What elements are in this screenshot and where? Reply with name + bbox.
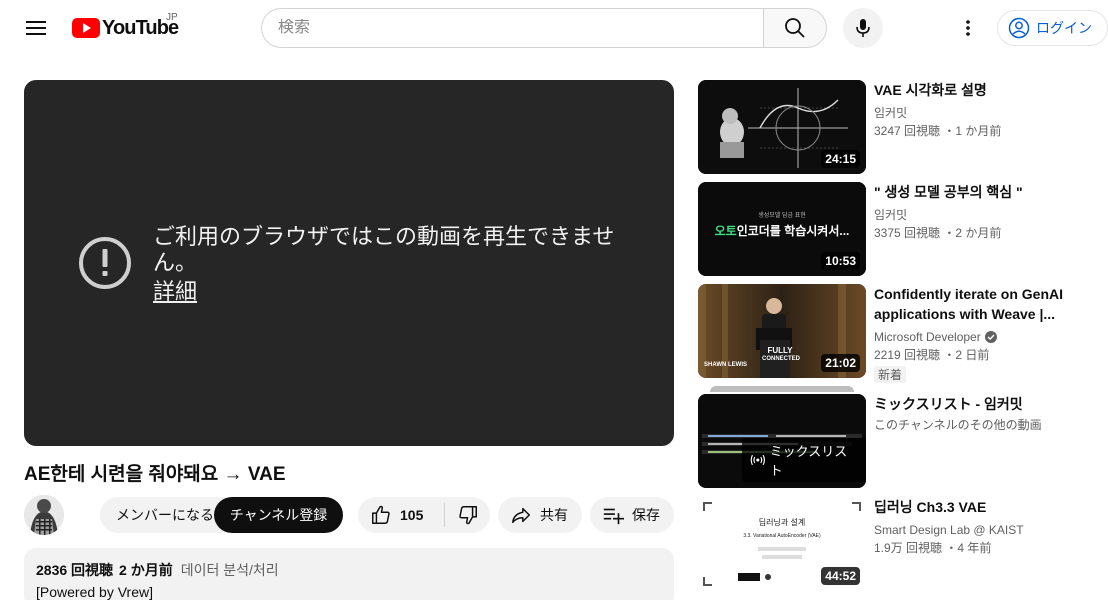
microphone-icon xyxy=(856,19,870,37)
more-vertical-icon xyxy=(966,20,970,36)
mix-playlist-item[interactable]: ミックスリスト ミックスリスト - 임커밋 このチャンネルのその他の動画 xyxy=(698,386,1098,488)
player-error-message: ご利用のブラウザではこの動画を再生できません。 xyxy=(153,224,615,275)
video-title: AE한테 시련을 줘야돼요 → VAE xyxy=(24,464,286,485)
video-meta: 2219 回視聴 ・2 日前 xyxy=(874,348,990,362)
channel-name[interactable]: 임커밋 xyxy=(874,206,1094,224)
category-tag[interactable]: 데이터 분석/처리 xyxy=(181,560,279,580)
mix-stack-edge xyxy=(710,386,854,392)
thumbnail-caption: 오토인코더를 학습시켜서... xyxy=(698,222,866,239)
thumbnail-event-logo: FULLY CONNECTED xyxy=(762,346,801,364)
search-box xyxy=(261,8,764,48)
channel-name-text: Smart Design Lab @ KAIST xyxy=(874,523,1024,537)
save-label: 保存 xyxy=(632,507,660,523)
subscribe-button[interactable]: チャンネル登録 xyxy=(214,497,343,533)
thumbnail-caption-highlight: 오토 xyxy=(714,224,737,238)
share-icon xyxy=(512,507,530,524)
video-duration: 44:52 xyxy=(821,567,860,585)
like-button[interactable]: 105 xyxy=(358,497,444,533)
thumbnail-presenter-name: SHAWN LEWIS xyxy=(704,362,747,368)
video-info: VAE 시각화로 설명 임커밋 3247 回視聴 ・1 か月前 xyxy=(874,80,1094,140)
error-icon xyxy=(79,237,131,289)
thumbs-down-icon xyxy=(458,506,477,525)
playlist-title[interactable]: ミックスリスト - 임커밋 xyxy=(874,394,1094,414)
video-player[interactable]: ご利用のブラウザではこの動画を再生できません。 詳細 xyxy=(24,80,674,446)
settings-more-button[interactable] xyxy=(948,8,988,48)
view-count: 2836 回視聴 xyxy=(36,562,114,578)
guide-menu-button[interactable] xyxy=(16,8,56,48)
channel-name-text: 임커밋 xyxy=(874,208,908,222)
mix-thumbnail[interactable]: ミックスリスト xyxy=(698,394,866,488)
video-thumbnail[interactable]: FULLY CONNECTED SHAWN LEWIS 21:02 xyxy=(698,284,866,378)
description-box[interactable]: 2836 回視聴 2 か月前 데이터 분석/처리 [Powered by Vre… xyxy=(24,548,674,600)
video-meta: 3247 回視聴 ・1 か月前 xyxy=(874,124,1002,138)
verified-badge-icon xyxy=(984,331,997,343)
recommendation-item[interactable]: 생성모델 담금 표현 오토인코더를 학습시켜서... 10:53 " 생성 모델… xyxy=(698,182,1098,276)
video-thumbnail[interactable]: 생성모델 담금 표현 오토인코더를 학습시켜서... 10:53 xyxy=(698,182,866,276)
share-button[interactable]: 共有 xyxy=(498,497,582,533)
video-info: 딥러닝 Ch3.3 VAE Smart Design Lab @ KAIST 1… xyxy=(874,497,1094,557)
radio-broadcast-icon xyxy=(750,454,765,466)
channel-name[interactable]: 임커밋 xyxy=(874,104,1094,122)
thumbnail-caption-small: 생성모델 담금 표현 xyxy=(758,213,806,219)
thumbnail-event-line-1: FULLY xyxy=(767,346,793,355)
video-info: ミックスリスト - 임커밋 このチャンネルのその他の動画 xyxy=(874,394,1094,434)
voice-search-button[interactable] xyxy=(843,8,883,48)
video-meta: 1.9万 回視聴 ・4 年前 xyxy=(874,541,992,555)
thumbnail-slide-title: 딥러닝과 설계 xyxy=(758,518,806,527)
thumbnail-caption-text: 인코더를 학습시켜서... xyxy=(736,224,850,238)
video-title[interactable]: Confidently iterate on GenAI application… xyxy=(874,284,1094,324)
video-thumbnail[interactable]: 24:15 xyxy=(698,80,866,174)
youtube-logo[interactable]: YouTube xyxy=(72,16,179,40)
member-label: メンバーになる xyxy=(116,507,214,523)
recommendation-item[interactable]: 24:15 VAE 시각화로 설명 임커밋 3247 回視聴 ・1 か月前 xyxy=(698,80,1098,174)
recommendation-item[interactable]: FULLY CONNECTED SHAWN LEWIS 21:02 Confid… xyxy=(698,284,1098,383)
dislike-button[interactable] xyxy=(445,497,490,533)
login-button[interactable]: ログイン xyxy=(997,10,1108,46)
avatar-image xyxy=(24,495,64,535)
video-title[interactable]: VAE 시각화로 설명 xyxy=(874,80,1094,100)
like-count: 105 xyxy=(400,507,424,523)
video-duration: 10:53 xyxy=(821,252,860,270)
video-meta: 3375 回視聴 ・2 か月前 xyxy=(874,226,1002,240)
video-title[interactable]: " 생성 모델 공부의 핵심 " xyxy=(874,182,1094,202)
account-icon xyxy=(1008,17,1030,39)
channel-name-text: 임커밋 xyxy=(874,106,908,120)
error-details-link[interactable]: 詳細 xyxy=(153,274,197,306)
like-dislike-group: 105 xyxy=(358,497,490,533)
subscribe-label: チャンネル登録 xyxy=(229,507,328,523)
playlist-subtitle-text: このチャンネルのその他の動画 xyxy=(874,418,1042,432)
new-badge: 新着 xyxy=(874,366,907,383)
description-meta: 2836 回視聴 2 か月前 데이터 분석/처리 xyxy=(36,560,662,580)
channel-name-text: Microsoft Developer xyxy=(874,330,981,344)
mix-label-text: ミックスリスト xyxy=(769,444,848,478)
search-button[interactable] xyxy=(763,8,827,48)
video-duration: 24:15 xyxy=(821,150,860,168)
thumbs-up-icon xyxy=(372,505,390,524)
thumbnail-slide-subtitle: 3.3. Variational AutoEncoder (VAE) xyxy=(743,533,821,539)
thumbnail-event-line-2: CONNECTED xyxy=(762,356,801,362)
channel-name[interactable]: Microsoft Developer xyxy=(874,328,1094,346)
country-code: JP xyxy=(166,12,178,23)
video-title[interactable]: 딥러닝 Ch3.3 VAE xyxy=(874,497,1094,517)
playlist-subtitle: このチャンネルのその他の動画 xyxy=(874,416,1094,434)
save-button[interactable]: 保存 xyxy=(590,497,674,533)
youtube-play-icon xyxy=(72,18,100,38)
channel-avatar[interactable] xyxy=(24,495,64,535)
channel-name[interactable]: Smart Design Lab @ KAIST xyxy=(874,521,1094,539)
video-duration: 21:02 xyxy=(821,354,860,372)
playlist-add-icon xyxy=(603,508,624,525)
share-label: 共有 xyxy=(540,507,568,523)
hamburger-icon xyxy=(26,21,46,35)
publish-date: 2 か月前 xyxy=(119,562,173,578)
search-icon xyxy=(785,18,805,38)
masthead: YouTube JP ログイン xyxy=(0,0,1109,56)
description-text: [Powered by Vrew] xyxy=(36,584,153,600)
recommendation-item[interactable]: 딥러닝과 설계 3.3. Variational AutoEncoder (VA… xyxy=(698,497,1098,591)
video-info: Confidently iterate on GenAI application… xyxy=(874,284,1094,384)
login-label: ログイン xyxy=(1036,20,1092,36)
video-info: " 생성 모델 공부의 핵심 " 임커밋 3375 回視聴 ・2 か月前 xyxy=(874,182,1094,242)
mix-label: ミックスリスト xyxy=(742,438,866,482)
video-thumbnail[interactable]: 딥러닝과 설계 3.3. Variational AutoEncoder (VA… xyxy=(698,497,866,591)
search-input[interactable] xyxy=(278,19,764,37)
